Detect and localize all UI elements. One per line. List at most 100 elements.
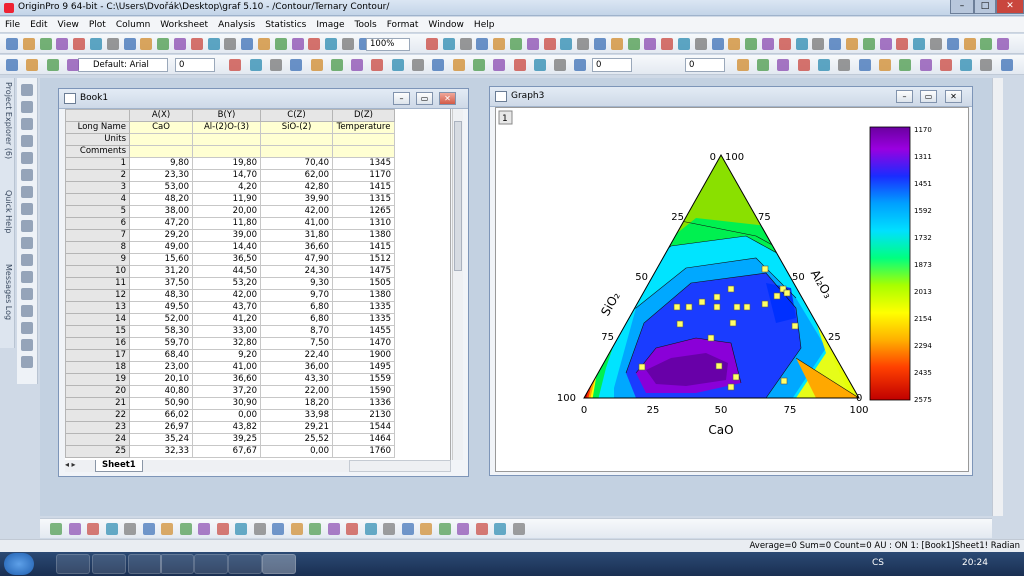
toolbar-button-icon[interactable] — [960, 59, 973, 71]
data-cell[interactable]: 39,00 — [192, 229, 261, 242]
sheet-nav-arrows[interactable]: ◂ ▸ — [65, 460, 87, 469]
toolbar-button-icon[interactable] — [39, 38, 52, 50]
data-cell[interactable]: 22,00 — [260, 385, 333, 398]
data-cell[interactable]: 1380 — [332, 229, 395, 242]
data-cell[interactable]: 49,50 — [129, 301, 193, 314]
bottom-toolbar-icon[interactable] — [401, 523, 414, 535]
tool-icon[interactable] — [21, 84, 33, 96]
toolbar-button-icon[interactable] — [577, 38, 590, 50]
worksheet-minimize-button[interactable]: – — [393, 92, 410, 105]
corner-cell[interactable] — [65, 109, 130, 122]
toolbar-button-icon[interactable] — [812, 38, 825, 50]
bottom-toolbar-icon[interactable] — [105, 523, 118, 535]
menu-format[interactable]: Format — [382, 17, 424, 33]
data-cell[interactable]: 0,00 — [192, 409, 261, 422]
data-cell[interactable]: 14,40 — [192, 241, 261, 254]
maximize-button[interactable]: □ — [974, 0, 996, 14]
data-cell[interactable]: 49,00 — [129, 241, 193, 254]
toolbar-button-icon[interactable] — [913, 38, 926, 50]
toolbar-button-icon[interactable] — [229, 59, 242, 71]
data-cell[interactable]: 37,20 — [192, 385, 261, 398]
toolbar-button-icon[interactable] — [728, 38, 741, 50]
data-cell[interactable]: 52,00 — [129, 313, 193, 326]
taskbar-app[interactable] — [128, 554, 162, 574]
worksheet-close-button[interactable]: ✕ — [439, 92, 456, 105]
row-number[interactable]: 1 — [65, 157, 130, 170]
tool-icon[interactable] — [21, 356, 33, 368]
data-cell[interactable]: 33,00 — [192, 325, 261, 338]
toolbar-button-icon[interactable] — [325, 38, 338, 50]
tool-icon[interactable] — [21, 288, 33, 300]
toolbar-button-icon[interactable] — [342, 38, 354, 50]
data-cell[interactable]: 23,30 — [129, 169, 193, 182]
toolbar-button-icon[interactable] — [290, 59, 303, 71]
data-cell[interactable]: 37,50 — [129, 277, 193, 290]
toolbar-button-icon[interactable] — [963, 38, 976, 50]
data-cell[interactable]: 44,50 — [192, 265, 261, 278]
row-number[interactable]: 24 — [65, 433, 130, 446]
toolbar-button-icon[interactable] — [291, 38, 304, 50]
bottom-toolbar-icon[interactable] — [253, 523, 266, 535]
meta-cell[interactable]: Al‑(2)O‑(3) — [192, 121, 261, 134]
toolbar-button-icon[interactable] — [980, 38, 993, 50]
row-number[interactable]: 22 — [65, 409, 130, 422]
close-button[interactable]: ✕ — [996, 0, 1024, 14]
toolbar-button-icon[interactable] — [73, 38, 86, 50]
tool-icon[interactable] — [21, 305, 33, 317]
taskbar-media[interactable] — [92, 554, 126, 574]
toolbar-button-icon[interactable] — [90, 38, 102, 50]
data-cell[interactable]: 36,00 — [260, 361, 333, 374]
data-cell[interactable]: 38,00 — [129, 205, 193, 218]
toolbar-button-icon[interactable] — [241, 38, 254, 50]
data-cell[interactable]: 42,00 — [192, 289, 261, 302]
toolbar-button-icon[interactable] — [174, 38, 186, 50]
data-cell[interactable]: 66,02 — [129, 409, 193, 422]
column-header[interactable]: C(Z) — [260, 109, 333, 122]
toolbar-button-icon[interactable] — [829, 38, 842, 50]
data-cell[interactable]: 41,20 — [192, 313, 261, 326]
bottom-toolbar-icon[interactable] — [494, 523, 506, 535]
toolbar-button-icon[interactable] — [371, 59, 384, 71]
data-cell[interactable]: 0,00 — [260, 445, 333, 458]
tool-icon[interactable] — [21, 220, 33, 232]
toolbar-button-icon[interactable] — [757, 59, 770, 71]
data-cell[interactable]: 1505 — [332, 277, 395, 290]
toolbar-button-icon[interactable] — [777, 59, 790, 71]
data-cell[interactable]: 33,98 — [260, 409, 333, 422]
toolbar-button-icon[interactable] — [554, 59, 567, 71]
meta-row-label[interactable]: Units — [65, 133, 130, 146]
toolbar-button-icon[interactable] — [919, 59, 932, 71]
bottom-toolbar-icon[interactable] — [290, 523, 303, 535]
toolbar-button-icon[interactable] — [878, 59, 891, 71]
row-number[interactable]: 19 — [65, 373, 130, 386]
tool-icon[interactable] — [21, 186, 33, 198]
toolbar-button-icon[interactable] — [22, 38, 35, 50]
data-cell[interactable]: 50,90 — [129, 397, 193, 410]
clock[interactable]: 20:24 — [962, 558, 988, 568]
data-cell[interactable]: 31,20 — [129, 265, 193, 278]
data-cell[interactable]: 1345 — [332, 157, 395, 170]
data-cell[interactable]: 1760 — [332, 445, 395, 458]
row-number[interactable]: 23 — [65, 421, 130, 434]
toolbar-button-icon[interactable] — [510, 38, 522, 50]
toolbar-button-icon[interactable] — [797, 59, 810, 71]
data-cell[interactable]: 43,70 — [192, 301, 261, 314]
data-cell[interactable]: 1380 — [332, 289, 395, 302]
toolbar-button-icon[interactable] — [661, 38, 674, 50]
toolbar-button-icon[interactable] — [594, 38, 606, 50]
toolbar-button-icon[interactable] — [310, 59, 323, 71]
bottom-toolbar-icon[interactable] — [475, 523, 488, 535]
toolbar-button-icon[interactable] — [106, 38, 119, 50]
data-cell[interactable]: 1470 — [332, 337, 395, 350]
meta-cell[interactable] — [332, 145, 395, 158]
data-cell[interactable]: 47,20 — [129, 217, 193, 230]
data-cell[interactable]: 29,20 — [129, 229, 193, 242]
toolbar-button-icon[interactable] — [533, 59, 546, 71]
toolbar-button-icon[interactable] — [26, 59, 39, 71]
data-cell[interactable]: 8,70 — [260, 325, 333, 338]
data-cell[interactable]: 18,20 — [260, 397, 333, 410]
toolbar-button-icon[interactable] — [526, 38, 539, 50]
bottom-toolbar-icon[interactable] — [235, 523, 247, 535]
data-cell[interactable]: 32,80 — [192, 337, 261, 350]
toolbar-button-icon[interactable] — [879, 38, 892, 50]
